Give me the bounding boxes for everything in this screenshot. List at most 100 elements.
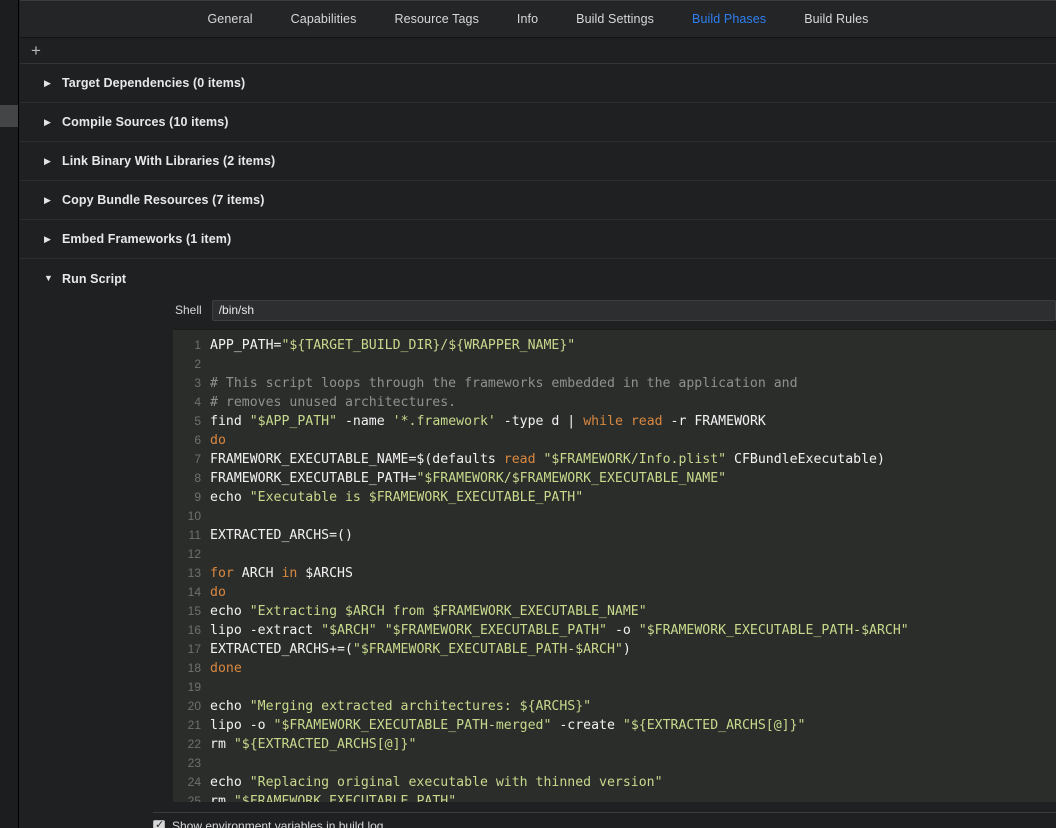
tab-build-settings[interactable]: Build Settings — [557, 0, 673, 38]
chevron-down-icon[interactable]: ▼ — [44, 274, 58, 283]
shell-label: Shell — [175, 303, 202, 317]
code-line[interactable]: 1 APP_PATH="${TARGET_BUILD_DIR}/${WRAPPER… — [173, 336, 1056, 355]
code-token-str: "${TARGET_BUILD_DIR}/${WRAPPER_NAME}" — [281, 338, 576, 353]
code-token-plain: lipo -extract — [210, 623, 322, 638]
build-phase-row[interactable]: ▼ Run Script — [20, 259, 1056, 298]
code-token-plain: -r FRAMEWORK — [662, 414, 766, 429]
show-env-variables-checkbox[interactable] — [153, 818, 165, 828]
line-number: 24 — [187, 775, 201, 789]
build-phase-title: Target Dependencies (0 items) — [62, 76, 246, 90]
code-text: EXTRACTED_ARCHS+=("$FRAMEWORK_EXECUTABLE… — [210, 640, 631, 659]
code-text: do — [210, 583, 226, 602]
code-line[interactable]: 11 EXTRACTED_ARCHS=() — [173, 526, 1056, 545]
code-line[interactable]: 16 lipo -extract "$ARCH" "$FRAMEWORK_EXEC… — [173, 621, 1056, 640]
code-line[interactable]: 9 echo "Executable is $FRAMEWORK_EXECUTAB… — [173, 488, 1056, 507]
shell-input[interactable] — [211, 299, 1056, 321]
code-token-str: "Replacing original executable with thin… — [249, 775, 663, 790]
code-token-plain: ) — [622, 642, 631, 657]
code-text: lipo -o "$FRAMEWORK_EXECUTABLE_PATH-merg… — [210, 716, 806, 735]
line-number: 12 — [187, 547, 201, 561]
line-number: 18 — [187, 661, 201, 675]
code-line[interactable]: 5 find "$APP_PATH" -name '*.framework' -t… — [173, 412, 1056, 431]
chevron-right-icon[interactable]: ▶ — [44, 156, 58, 166]
line-number: 14 — [187, 585, 201, 599]
build-phase-row[interactable]: ▶ Embed Frameworks (1 item) — [20, 220, 1056, 259]
build-phase-title: Copy Bundle Resources (7 items) — [62, 193, 265, 207]
code-token-plain: CFBundleExecutable) — [726, 452, 885, 467]
code-line[interactable]: 7 FRAMEWORK_EXECUTABLE_NAME=$(defaults re… — [173, 450, 1056, 469]
code-token-kw: read — [503, 452, 536, 467]
tab-build-rules[interactable]: Build Rules — [785, 0, 887, 38]
build-phase-row[interactable]: ▶ Link Binary With Libraries (2 items) — [20, 142, 1056, 181]
build-phase-title: Compile Sources (10 items) — [62, 115, 229, 129]
code-line[interactable]: 3 # This script loops through the framewo… — [173, 374, 1056, 393]
code-line[interactable]: 20 echo "Merging extracted architectures:… — [173, 697, 1056, 716]
build-phase-row[interactable]: ▶ Copy Bundle Resources (7 items) — [20, 181, 1056, 220]
code-token-com: # removes unused architectures. — [210, 395, 457, 410]
tab-capabilities[interactable]: Capabilities — [272, 0, 376, 38]
code-line[interactable]: 25 rm "$FRAMEWORK_EXECUTABLE_PATH" — [173, 792, 1056, 802]
build-phase-row[interactable]: ▶ Compile Sources (10 items) — [20, 103, 1056, 142]
script-editor-content[interactable]: 1 APP_PATH="${TARGET_BUILD_DIR}/${WRAPPER… — [173, 330, 1056, 802]
code-line[interactable]: 21 lipo -o "$FRAMEWORK_EXECUTABLE_PATH-me… — [173, 716, 1056, 735]
code-line[interactable]: 2 — [173, 355, 1056, 374]
code-text: echo "Extracting $ARCH from $FRAMEWORK_E… — [210, 602, 647, 621]
code-text: # removes unused architectures. — [210, 393, 456, 412]
line-number: 9 — [194, 490, 201, 504]
code-token-plain: echo — [210, 775, 250, 790]
build-phase-list: ▶ Target Dependencies (0 items) ▶ Compile S… — [20, 64, 1056, 828]
code-line[interactable]: 24 echo "Replacing original executable wi… — [173, 773, 1056, 792]
build-phase-title: Run Script — [62, 271, 127, 286]
navigator-scrollbar-thumb[interactable] — [0, 105, 18, 127]
code-token-plain: echo — [210, 490, 250, 505]
tab-resource-tags[interactable]: Resource Tags — [375, 0, 497, 38]
tab-info[interactable]: Info — [498, 0, 557, 38]
chevron-right-icon[interactable]: ▶ — [44, 234, 58, 244]
show-env-variables-label: Show environment variables in build log — [172, 819, 384, 828]
code-text: lipo -extract "$ARCH" "$FRAMEWORK_EXECUT… — [210, 621, 909, 640]
build-phase-row[interactable]: ▶ Target Dependencies (0 items) — [20, 64, 1056, 103]
code-text: echo "Replacing original executable with… — [210, 773, 663, 792]
line-number: 17 — [187, 642, 201, 656]
line-number: 10 — [187, 509, 201, 523]
code-line[interactable]: 8 FRAMEWORK_EXECUTABLE_PATH="$FRAMEWORK/$… — [173, 469, 1056, 488]
tab-build-phases[interactable]: Build Phases — [673, 0, 785, 38]
chevron-right-icon[interactable]: ▶ — [44, 195, 58, 205]
code-line[interactable]: 12 — [173, 545, 1056, 564]
show-env-variables-row[interactable]: Show environment variables in build log — [153, 817, 383, 828]
code-text: find "$APP_PATH" -name '*.framework' -ty… — [210, 412, 766, 431]
code-line[interactable]: 22 rm "${EXTRACTED_ARCHS[@]}" — [173, 735, 1056, 754]
code-text: rm "${EXTRACTED_ARCHS[@]}" — [210, 735, 416, 754]
code-line[interactable]: 23 — [173, 754, 1056, 773]
code-line[interactable]: 10 — [173, 507, 1056, 526]
code-line[interactable]: 18 done — [173, 659, 1056, 678]
line-number: 3 — [194, 376, 201, 390]
chevron-right-icon[interactable]: ▶ — [44, 78, 58, 88]
navigator-scrollbar-track[interactable] — [0, 38, 18, 828]
code-token-str: "Extracting $ARCH from $FRAMEWORK_EXECUT… — [249, 604, 647, 619]
code-token-str: "Merging extracted architectures: ${ARCH… — [249, 699, 592, 714]
script-editor[interactable]: 1 APP_PATH="${TARGET_BUILD_DIR}/${WRAPPER… — [173, 329, 1056, 802]
code-line[interactable]: 17 EXTRACTED_ARCHS+=("$FRAMEWORK_EXECUTAB… — [173, 640, 1056, 659]
tab-general[interactable]: General — [188, 0, 271, 38]
code-line[interactable]: 15 echo "Extracting $ARCH from $FRAMEWORK… — [173, 602, 1056, 621]
chevron-right-icon[interactable]: ▶ — [44, 117, 58, 127]
code-line[interactable]: 4 # removes unused architectures. — [173, 393, 1056, 412]
code-line[interactable]: 14 do — [173, 583, 1056, 602]
line-number: 11 — [188, 528, 201, 542]
code-line[interactable]: 19 — [173, 678, 1056, 697]
code-text: echo "Executable is $FRAMEWORK_EXECUTABL… — [210, 488, 583, 507]
code-token-plain: rm — [210, 737, 234, 752]
code-token-kw: do — [210, 433, 226, 448]
code-token-plain: -name — [337, 414, 393, 429]
line-number: 8 — [194, 471, 201, 485]
add-build-phase-button[interactable]: + — [24, 39, 48, 63]
code-token-plain: -type d | — [495, 414, 584, 429]
code-token-plain: rm — [210, 794, 234, 802]
code-token-plain: FRAMEWORK_EXECUTABLE_PATH= — [210, 471, 417, 486]
code-token-str: "$FRAMEWORK_EXECUTABLE_PATH" — [384, 623, 607, 638]
code-line[interactable]: 13 for ARCH in $ARCHS — [173, 564, 1056, 583]
code-token-str: "$FRAMEWORK/$FRAMEWORK_EXECUTABLE_NAME" — [416, 471, 727, 486]
code-line[interactable]: 6 do — [173, 431, 1056, 450]
